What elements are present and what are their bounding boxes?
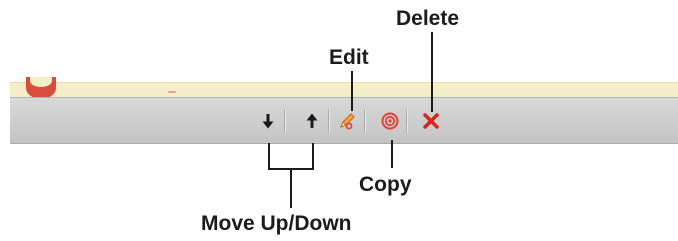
edit-leader-line bbox=[351, 71, 353, 111]
edit-callout: Edit bbox=[329, 46, 369, 69]
edit-button[interactable] bbox=[338, 112, 356, 130]
pencil-icon bbox=[340, 113, 355, 130]
close-x-icon bbox=[423, 113, 439, 129]
toolbar-separator bbox=[284, 109, 285, 133]
toolbar-separator bbox=[364, 109, 365, 133]
row-toolbar bbox=[10, 97, 678, 144]
copy-target-icon bbox=[381, 112, 399, 130]
arrow-down-icon bbox=[262, 114, 274, 129]
status-dot-icon bbox=[26, 77, 56, 99]
delete-button[interactable] bbox=[422, 112, 440, 130]
move-callout: Move Up/Down bbox=[201, 212, 352, 235]
copy-button[interactable] bbox=[381, 112, 399, 130]
delete-leader-line bbox=[431, 32, 433, 112]
delete-callout: Delete bbox=[396, 7, 460, 30]
move-bracket-left bbox=[268, 143, 270, 170]
toolbar-separator bbox=[406, 109, 407, 133]
content-mark bbox=[168, 91, 176, 93]
move-down-button[interactable] bbox=[259, 112, 277, 130]
copy-callout: Copy bbox=[359, 173, 412, 196]
move-bracket-right bbox=[312, 143, 314, 170]
move-leader-line bbox=[290, 168, 292, 208]
arrow-up-icon bbox=[306, 113, 318, 128]
content-row bbox=[10, 77, 678, 99]
move-up-button[interactable] bbox=[303, 112, 321, 130]
copy-leader-line bbox=[391, 140, 393, 168]
toolbar-separator bbox=[328, 109, 329, 133]
